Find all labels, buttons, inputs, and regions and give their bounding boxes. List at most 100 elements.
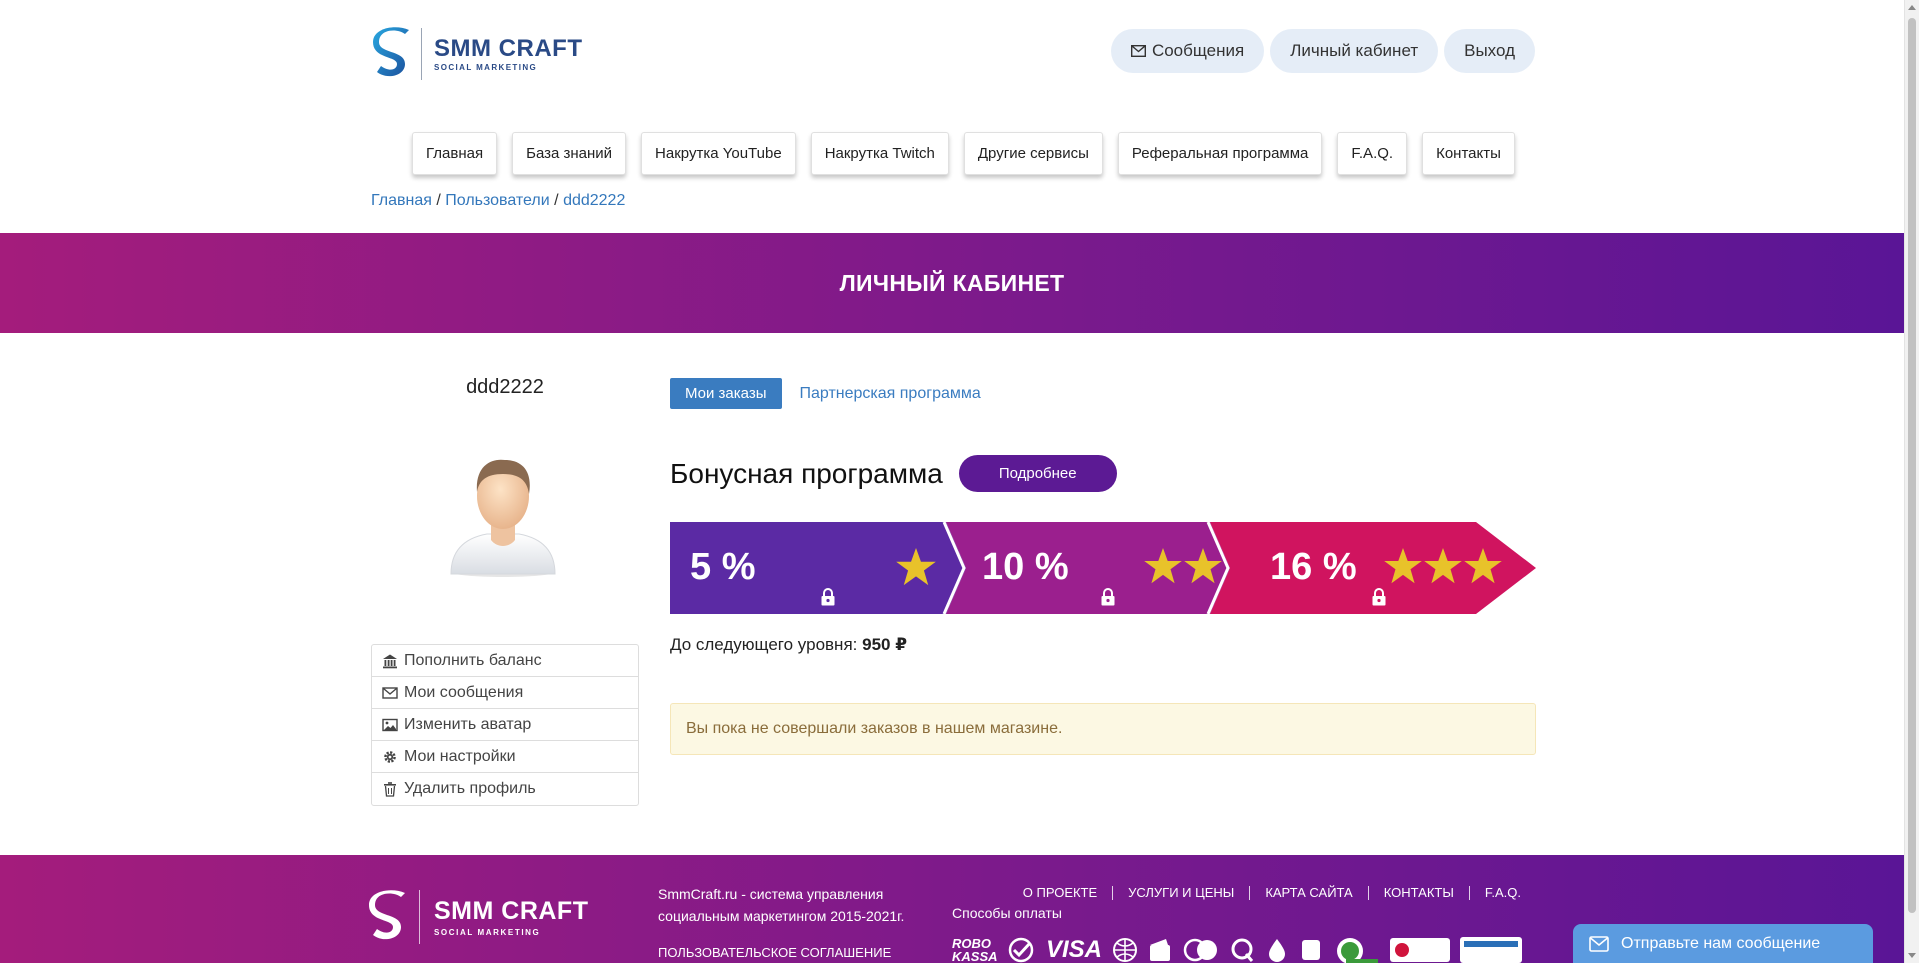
- change-avatar-label: Изменить аватар: [404, 715, 532, 733]
- nav-referral[interactable]: Реферальная программа: [1117, 132, 1323, 175]
- footer-link-sitemap[interactable]: КАРТА САЙТА: [1250, 886, 1369, 900]
- user-agreement-link[interactable]: ПОЛЬЗОВАТЕЛЬСКОЕ СОГЛАШЕНИЕ: [658, 945, 891, 960]
- star-icon: [896, 548, 936, 586]
- comodo-secure-badge-icon: [1337, 938, 1379, 963]
- footer-brand: SMM CRAFT: [434, 897, 589, 925]
- gear-icon: [384, 750, 396, 763]
- next-level-info: До следующего уровня: 950 ₽: [670, 635, 907, 655]
- bonus-header: Бонусная программа Подробнее: [670, 455, 1117, 492]
- footer-tagline: SOCIAL MARKETING: [434, 928, 541, 937]
- robokassa-logo: ROBO KASSA: [952, 936, 998, 963]
- topup-balance-link[interactable]: Пополнить баланс: [372, 645, 638, 677]
- nav-home[interactable]: Главная: [412, 132, 498, 175]
- scroll-up-icon[interactable]: [1908, 5, 1916, 10]
- smm-craft-logo-icon: [369, 890, 405, 940]
- my-messages-link[interactable]: Мои сообщения: [372, 677, 638, 709]
- qiwi-icon: [1231, 938, 1254, 962]
- level-2-stars: [1144, 548, 1222, 584]
- webmoney-badge-icon: [1460, 937, 1523, 963]
- visa-logo: VISA: [1046, 936, 1103, 963]
- nav-other-services[interactable]: Другие сервисы: [963, 132, 1103, 175]
- bank-icon: [383, 654, 397, 668]
- footer-link-services[interactable]: УСЛУГИ И ЦЕНЫ: [1113, 886, 1251, 900]
- chat-widget-label: Отправьте нам сообщение: [1621, 934, 1821, 952]
- wallet-icon: [1150, 939, 1171, 961]
- image-icon: [382, 718, 398, 731]
- lock-icon: [821, 588, 835, 606]
- page-scrollbar[interactable]: [1904, 0, 1919, 963]
- messages-button[interactable]: Сообщения: [1110, 29, 1265, 73]
- logo-divider: [421, 28, 422, 80]
- drop-icon: [1269, 939, 1286, 962]
- footer-link-about[interactable]: О ПРОЕКТЕ: [1008, 886, 1114, 900]
- tab-partner-program[interactable]: Партнерская программа: [800, 385, 981, 403]
- nav-contacts[interactable]: Контакты: [1422, 132, 1515, 175]
- lock-icon: [1372, 588, 1386, 606]
- avatar[interactable]: [447, 452, 559, 578]
- delete-profile-link[interactable]: Удалить профиль: [372, 773, 638, 805]
- breadcrumb-users[interactable]: Пользователи: [445, 192, 549, 209]
- footer-link-faq[interactable]: F.A.Q.: [1470, 886, 1521, 900]
- sberbank-icon: [1008, 937, 1034, 963]
- breadcrumb-separator: /: [436, 192, 441, 209]
- breadcrumb-separator: /: [554, 192, 559, 209]
- footer-logo-divider: [419, 890, 420, 944]
- star-icon: [1384, 548, 1422, 584]
- footer-description: SmmCraft.ru - система управления социаль…: [658, 886, 905, 924]
- no-orders-text: Вы пока не совершали заказов в нашем маг…: [686, 720, 1063, 737]
- freekassa-badge-icon: [1390, 938, 1451, 962]
- bonus-levels: 5 % 10 % 16 %: [670, 522, 1536, 614]
- star-icon: [1424, 548, 1462, 584]
- username: ddd2222: [466, 376, 544, 398]
- level-1-stars: [896, 548, 936, 586]
- account-tabs: Мои заказы Партнерская программа: [670, 378, 981, 409]
- nav-faq[interactable]: F.A.Q.: [1337, 132, 1408, 175]
- logout-label: Выход: [1464, 41, 1515, 60]
- star-icon: [1464, 548, 1502, 584]
- level-1-percent: 5 %: [690, 546, 756, 588]
- profile-menu: Пополнить баланс Мои сообщения Изменить …: [371, 644, 639, 806]
- footer-links: О ПРОЕКТЕ УСЛУГИ И ЦЕНЫ КАРТА САЙТА КОНТ…: [1008, 886, 1521, 900]
- next-level-value: 950 ₽: [862, 635, 908, 654]
- more-details-button[interactable]: Подробнее: [958, 455, 1117, 492]
- my-messages-label: Мои сообщения: [404, 683, 524, 701]
- logout-button[interactable]: Выход: [1444, 29, 1535, 73]
- footer-logo[interactable]: SMM CRAFT SOCIAL MARKETING: [367, 889, 588, 945]
- trash-icon: [384, 782, 396, 797]
- breadcrumb-home[interactable]: Главная: [371, 192, 432, 209]
- logo-tagline: SOCIAL MARKETING: [434, 62, 538, 72]
- chat-widget-button[interactable]: Отправьте нам сообщение: [1573, 924, 1873, 963]
- topup-balance-label: Пополнить баланс: [404, 651, 542, 669]
- star-icon: [1184, 548, 1222, 584]
- smm-craft-logo-icon: [373, 27, 409, 77]
- logo-brand: SMM CRAFT: [434, 34, 583, 62]
- no-orders-alert: Вы пока не совершали заказов в нашем маг…: [670, 703, 1536, 755]
- envelope-icon: [382, 686, 398, 699]
- account-button[interactable]: Личный кабинет: [1270, 29, 1439, 73]
- payment-methods-label: Способы оплаты: [952, 905, 1062, 921]
- my-settings-link[interactable]: Мои настройки: [372, 741, 638, 773]
- scroll-down-icon[interactable]: [1908, 953, 1916, 958]
- envelope-icon: [1130, 45, 1146, 57]
- wallet-purse-icon: [1302, 940, 1321, 960]
- nav-twitch[interactable]: Накрутка Twitch: [810, 132, 949, 175]
- site-logo[interactable]: SMM CRAFT SOCIAL MARKETING: [371, 26, 582, 82]
- change-avatar-link[interactable]: Изменить аватар: [372, 709, 638, 741]
- bonus-title: Бонусная программа: [670, 457, 943, 489]
- footer-link-contacts[interactable]: КОНТАКТЫ: [1369, 886, 1470, 900]
- main-nav: Главная База знаний Накрутка YouTube Нак…: [412, 132, 1515, 175]
- globe-icon: [1113, 938, 1138, 962]
- nav-youtube[interactable]: Накрутка YouTube: [641, 132, 796, 175]
- my-settings-label: Мои настройки: [404, 747, 516, 765]
- scrollbar-thumb[interactable]: [1908, 18, 1916, 913]
- level-3-stars: [1384, 548, 1502, 584]
- nav-knowledge-base[interactable]: База знаний: [512, 132, 627, 175]
- header-actions: Сообщения Личный кабинет Выход: [1110, 29, 1535, 73]
- page-title: ЛИЧНЫЙ КАБИНЕТ: [839, 269, 1065, 296]
- breadcrumb-current[interactable]: ddd2222: [563, 192, 625, 209]
- breadcrumb: Главная / Пользователи / ddd2222: [371, 192, 625, 210]
- mastercard-icon: [1183, 938, 1218, 962]
- lock-icon: [1101, 588, 1115, 606]
- tab-my-orders[interactable]: Мои заказы: [670, 378, 782, 409]
- account-label: Личный кабинет: [1290, 41, 1419, 60]
